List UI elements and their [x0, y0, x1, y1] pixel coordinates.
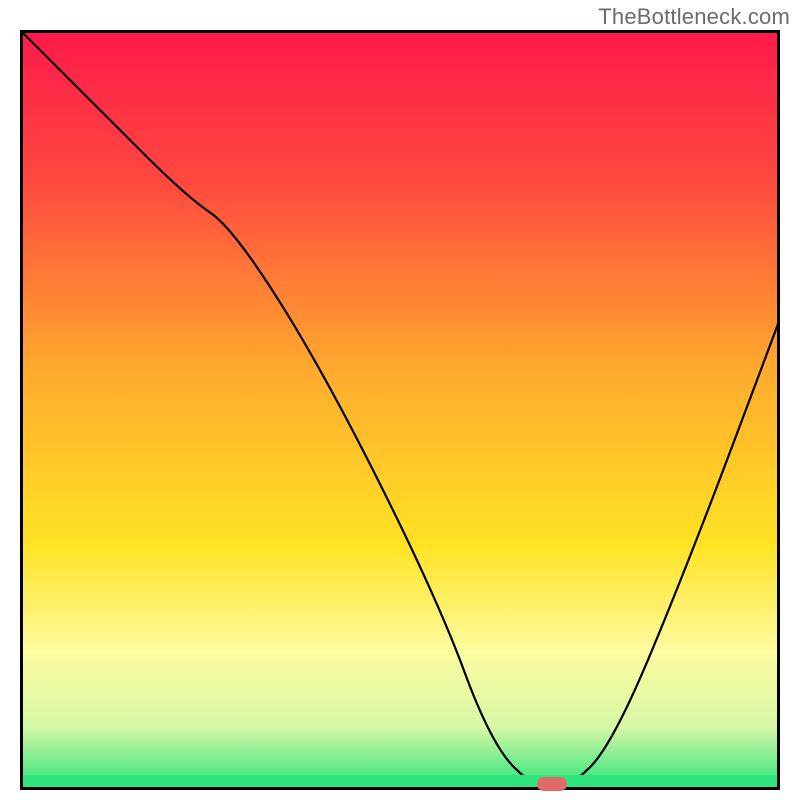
- optimum-strip: [23, 775, 777, 787]
- chart-canvas: TheBottleneck.com: [0, 0, 800, 800]
- watermark-text: TheBottleneck.com: [598, 4, 790, 30]
- plot-area: [20, 30, 780, 790]
- plot-svg: [20, 30, 780, 790]
- optimum-marker: [537, 777, 567, 791]
